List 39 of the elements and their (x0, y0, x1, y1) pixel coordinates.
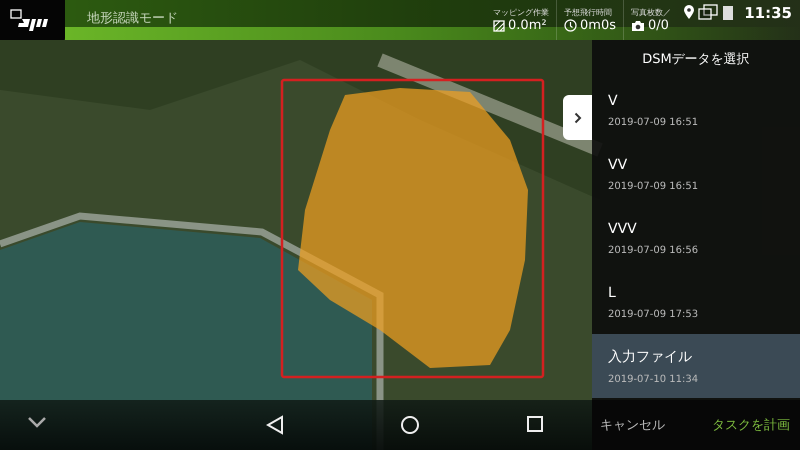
dsm-date: 2019-07-09 17:53 (608, 308, 700, 320)
clock-time: 11:35 (744, 4, 792, 22)
dsm-name: V (608, 92, 619, 108)
panel-title: DSMデータを選択 (642, 51, 750, 68)
cancel-button[interactable]: キャンセル (600, 412, 665, 438)
dsm-name: VV (608, 156, 628, 172)
dsm-date: 2019-07-09 16:51 (608, 116, 700, 128)
stat-label: 予想飛行時間 (564, 7, 614, 18)
home-icon[interactable] (400, 415, 420, 435)
panel-toggle-button[interactable] (563, 95, 592, 140)
back-icon[interactable] (266, 415, 284, 435)
stat-label: 写真枚数／ (631, 7, 671, 18)
dsm-name: L (608, 284, 617, 300)
dsm-date: 2019-07-10 11:34 (608, 374, 700, 384)
dsm-list-item[interactable]: VVV 2019-07-09 16:56 (592, 206, 800, 270)
screens-icon (698, 4, 718, 20)
recents-icon[interactable] (526, 415, 544, 433)
chevron-down-icon[interactable] (27, 415, 47, 429)
dsm-name: VVV (608, 220, 638, 236)
mode-title: 地形認識モード (87, 10, 178, 27)
battery-icon (722, 4, 734, 20)
stat-value: 0/0 (648, 18, 669, 33)
dsm-date: 2019-07-09 16:51 (608, 180, 700, 192)
dsm-list-item[interactable]: L 2019-07-09 17:53 (592, 270, 800, 334)
dsm-list-item[interactable]: V 2019-07-09 16:51 (592, 78, 800, 142)
plan-task-button[interactable]: タスクを計画 (712, 412, 790, 438)
camera-icon (631, 20, 645, 32)
stat-label: マッピング作業 (493, 7, 550, 18)
dsm-name: 入力ファイル (608, 348, 693, 366)
area-icon (493, 20, 506, 32)
chevron-right-icon (574, 112, 582, 124)
stat-value: 0m0s (580, 18, 616, 33)
location-pin-icon (684, 5, 694, 19)
dsm-list-item[interactable]: VV 2019-07-09 16:51 (592, 142, 800, 206)
dsm-list-item[interactable]: 入力ファイル 2019-07-10 11:34 (592, 334, 800, 398)
clock-icon (564, 19, 578, 32)
stat-value: 0.0m² (508, 18, 547, 33)
dsm-date: 2019-07-09 16:56 (608, 244, 700, 256)
logo-icon (10, 9, 50, 31)
